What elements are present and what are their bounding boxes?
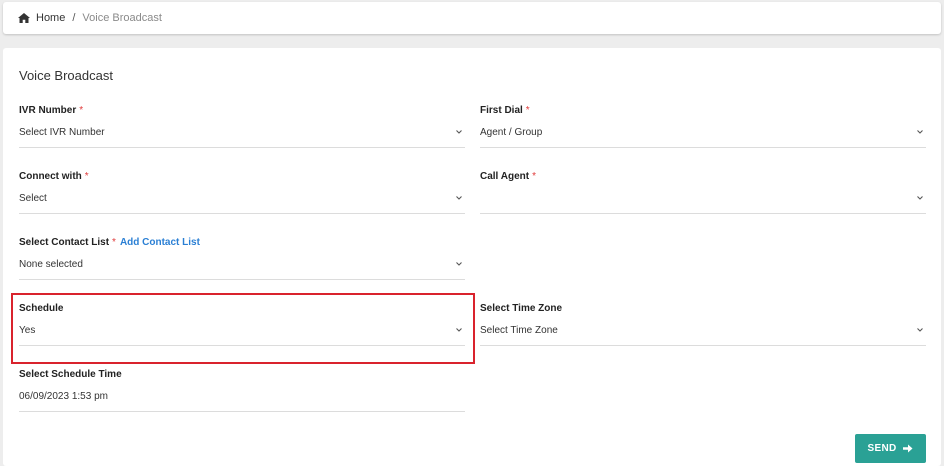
time-zone-label: Select Time Zone: [480, 303, 563, 314]
schedule-time-field: Select Schedule Time 06/09/2023 1:53 pm: [19, 368, 465, 418]
arrow-right-icon: [903, 444, 913, 453]
ivr-number-value: Select IVR Number: [19, 127, 105, 138]
chevron-down-icon: [456, 196, 462, 200]
time-zone-field: Select Time Zone Select Time Zone: [480, 302, 926, 352]
call-agent-select[interactable]: [480, 192, 926, 214]
required-marker: *: [112, 237, 116, 248]
first-dial-label: First Dial *: [480, 105, 530, 116]
schedule-select[interactable]: Yes: [19, 324, 465, 346]
ivr-number-field: IVR Number * Select IVR Number: [19, 104, 465, 154]
breadcrumb-home-link[interactable]: Home: [36, 12, 65, 24]
home-icon[interactable]: [18, 13, 30, 23]
call-agent-field: Call Agent *: [480, 170, 926, 220]
connect-with-field: Connect with * Select: [19, 170, 465, 220]
breadcrumb-separator: /: [72, 12, 76, 24]
required-marker: *: [84, 171, 89, 182]
required-marker: *: [525, 105, 530, 116]
required-marker: *: [532, 171, 536, 182]
first-dial-field: First Dial * Agent / Group: [480, 104, 926, 154]
schedule-label: Schedule: [19, 303, 64, 314]
chevron-down-icon: [917, 328, 923, 332]
send-button[interactable]: SEND: [855, 434, 926, 463]
chevron-down-icon: [456, 328, 462, 332]
connect-with-value: Select: [19, 193, 47, 204]
schedule-value: Yes: [19, 325, 36, 336]
call-agent-label: Call Agent *: [480, 171, 536, 182]
time-zone-value: Select Time Zone: [480, 325, 558, 336]
ivr-number-select[interactable]: Select IVR Number: [19, 126, 465, 148]
contact-list-field: Select Contact List * Add Contact List Non…: [19, 236, 465, 286]
breadcrumb-current: Voice Broadcast: [82, 12, 162, 24]
breadcrumb: Home / Voice Broadcast: [3, 2, 941, 34]
schedule-field: Schedule Yes: [19, 302, 465, 352]
add-contact-list-link[interactable]: Add Contact List: [120, 237, 200, 248]
contact-list-label: Select Contact List * Add Contact List: [19, 237, 200, 248]
schedule-time-input[interactable]: 06/09/2023 1:53 pm: [19, 390, 465, 412]
voice-broadcast-card: Voice Broadcast IVR Number * Select IVR N…: [3, 48, 941, 466]
page-title: Voice Broadcast: [19, 68, 113, 83]
required-marker: *: [79, 105, 84, 116]
contact-list-value: None selected: [19, 259, 83, 270]
first-dial-select[interactable]: Agent / Group: [480, 126, 926, 148]
chevron-down-icon: [456, 262, 462, 266]
contact-list-select[interactable]: None selected: [19, 258, 465, 280]
chevron-down-icon: [917, 196, 923, 200]
chevron-down-icon: [917, 130, 923, 134]
connect-with-label: Connect with *: [19, 171, 89, 182]
connect-with-select[interactable]: Select: [19, 192, 465, 214]
time-zone-select[interactable]: Select Time Zone: [480, 324, 926, 346]
schedule-time-value: 06/09/2023 1:53 pm: [19, 391, 108, 402]
schedule-time-label: Select Schedule Time: [19, 369, 122, 380]
chevron-down-icon: [456, 130, 462, 134]
first-dial-value: Agent / Group: [480, 127, 543, 138]
ivr-number-label: IVR Number *: [19, 105, 84, 116]
send-button-label: SEND: [867, 443, 897, 454]
